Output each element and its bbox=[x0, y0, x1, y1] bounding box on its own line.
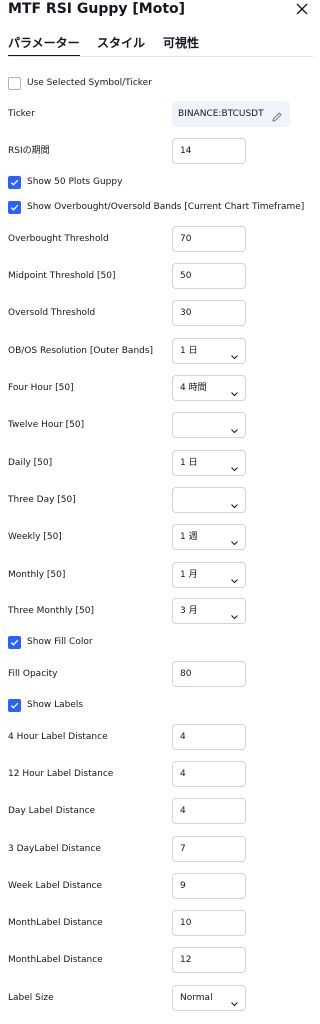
monthly-label: Monthly [50] bbox=[8, 570, 66, 580]
ticker-field[interactable]: BINANCE:BTCUSDT bbox=[172, 101, 290, 127]
weekly-select[interactable]: 1 週 bbox=[172, 524, 246, 550]
monthly-select[interactable]: 1 月 bbox=[172, 562, 246, 588]
show-bands-checkbox[interactable]: Show Overbought/Oversold Bands [Current … bbox=[8, 201, 304, 214]
four-hour-value: 4 時間 bbox=[180, 383, 207, 393]
dialog-title: MTF RSI Guppy [Moto] bbox=[8, 1, 186, 17]
tab-divider bbox=[8, 56, 313, 57]
rsi-period-input[interactable]: 14 bbox=[172, 138, 246, 164]
four-hour-label: Four Hour [50] bbox=[8, 383, 74, 393]
three-monthly-select[interactable]: 3 月 bbox=[172, 598, 246, 624]
label-12h-label: 12 Hour Label Distance bbox=[8, 769, 114, 779]
checkmark-icon bbox=[8, 176, 21, 189]
label-month2-label: MonthLabel Distance bbox=[8, 955, 103, 965]
checkmark-icon bbox=[8, 201, 21, 214]
checkmark-icon bbox=[8, 699, 21, 712]
overbought-label: Overbought Threshold bbox=[8, 234, 109, 244]
three-day-select[interactable] bbox=[172, 487, 246, 513]
tab-style[interactable]: スタイル bbox=[97, 36, 145, 50]
midpoint-input[interactable]: 50 bbox=[172, 263, 246, 289]
use-selected-symbol-label: Use Selected Symbol/Ticker bbox=[27, 78, 152, 88]
label-4h-input[interactable]: 4 bbox=[172, 724, 246, 750]
label-week-label: Week Label Distance bbox=[8, 881, 103, 891]
fill-opacity-input[interactable]: 80 bbox=[172, 661, 246, 687]
show-labels-checkbox[interactable]: Show Labels bbox=[8, 699, 83, 712]
weekly-value: 1 週 bbox=[180, 532, 198, 542]
daily-select[interactable]: 1 日 bbox=[172, 450, 246, 476]
use-selected-symbol-checkbox[interactable]: Use Selected Symbol/Ticker bbox=[8, 77, 152, 90]
chevron-down-icon bbox=[230, 533, 239, 557]
label-day-label: Day Label Distance bbox=[8, 806, 96, 816]
twelve-hour-label: Twelve Hour [50] bbox=[8, 420, 85, 430]
twelve-hour-select[interactable] bbox=[172, 412, 246, 438]
pencil-icon[interactable] bbox=[271, 108, 283, 134]
label-size-value: Normal bbox=[180, 993, 213, 1003]
dialog-header: MTF RSI Guppy [Moto] bbox=[0, 0, 313, 22]
chevron-down-icon bbox=[230, 459, 239, 483]
oversold-input[interactable]: 30 bbox=[172, 300, 246, 326]
chevron-down-icon bbox=[230, 607, 239, 631]
label-month-label: MonthLabel Distance bbox=[8, 918, 103, 928]
show-fill-label: Show Fill Color bbox=[27, 637, 93, 647]
overbought-input[interactable]: 70 bbox=[172, 226, 246, 252]
oversold-label: Oversold Threshold bbox=[8, 308, 96, 318]
three-monthly-value: 3 月 bbox=[180, 606, 198, 616]
ticker-label: Ticker bbox=[8, 109, 35, 119]
chevron-down-icon bbox=[230, 994, 239, 1018]
midpoint-label: Midpoint Threshold [50] bbox=[8, 271, 116, 281]
three-monthly-label: Three Monthly [50] bbox=[8, 606, 95, 616]
show-labels-label: Show Labels bbox=[27, 700, 84, 710]
label-size-select[interactable]: Normal bbox=[172, 985, 246, 1011]
show-50-plots-label: Show 50 Plots Guppy bbox=[27, 177, 123, 187]
show-50-plots-checkbox[interactable]: Show 50 Plots Guppy bbox=[8, 176, 122, 189]
monthly-value: 1 月 bbox=[180, 570, 198, 580]
chevron-down-icon bbox=[230, 384, 239, 408]
label-week-input[interactable]: 9 bbox=[172, 873, 246, 899]
obos-resolution-label: OB/OS Resolution [Outer Bands] bbox=[8, 346, 154, 356]
checkmark-icon bbox=[8, 636, 21, 649]
chevron-down-icon bbox=[230, 496, 239, 520]
label-size-label: Label Size bbox=[8, 993, 54, 1003]
close-icon[interactable] bbox=[295, 2, 309, 16]
three-day-label: Three Day [50] bbox=[8, 495, 76, 505]
show-bands-label: Show Overbought/Oversold Bands [Current … bbox=[27, 202, 305, 212]
label-month2-input[interactable]: 12 bbox=[172, 947, 246, 973]
label-12h-input[interactable]: 4 bbox=[172, 761, 246, 787]
obos-resolution-select[interactable]: 1 日 bbox=[172, 338, 246, 364]
daily-label: Daily [50] bbox=[8, 458, 53, 468]
label-month-input[interactable]: 10 bbox=[172, 910, 246, 936]
weekly-label: Weekly [50] bbox=[8, 532, 62, 542]
tab-parameters[interactable]: パラメーター bbox=[8, 36, 80, 57]
checkbox-unchecked-icon bbox=[8, 77, 21, 90]
tab-visibility[interactable]: 可視性 bbox=[163, 36, 199, 50]
chevron-down-icon bbox=[230, 347, 239, 371]
label-3day-input[interactable]: 7 bbox=[172, 836, 246, 862]
four-hour-select[interactable]: 4 時間 bbox=[172, 375, 246, 401]
chevron-down-icon bbox=[230, 571, 239, 595]
chevron-down-icon bbox=[230, 421, 239, 445]
show-fill-checkbox[interactable]: Show Fill Color bbox=[8, 636, 93, 649]
daily-value: 1 日 bbox=[180, 458, 198, 468]
label-day-input[interactable]: 4 bbox=[172, 798, 246, 824]
label-4h-label: 4 Hour Label Distance bbox=[8, 732, 108, 742]
obos-resolution-value: 1 日 bbox=[180, 346, 198, 356]
label-3day-label: 3 DayLabel Distance bbox=[8, 844, 101, 854]
ticker-value: BINANCE:BTCUSDT bbox=[178, 109, 264, 119]
rsi-period-label: RSIの期間 bbox=[8, 146, 50, 156]
fill-opacity-label: Fill Opacity bbox=[8, 669, 58, 679]
